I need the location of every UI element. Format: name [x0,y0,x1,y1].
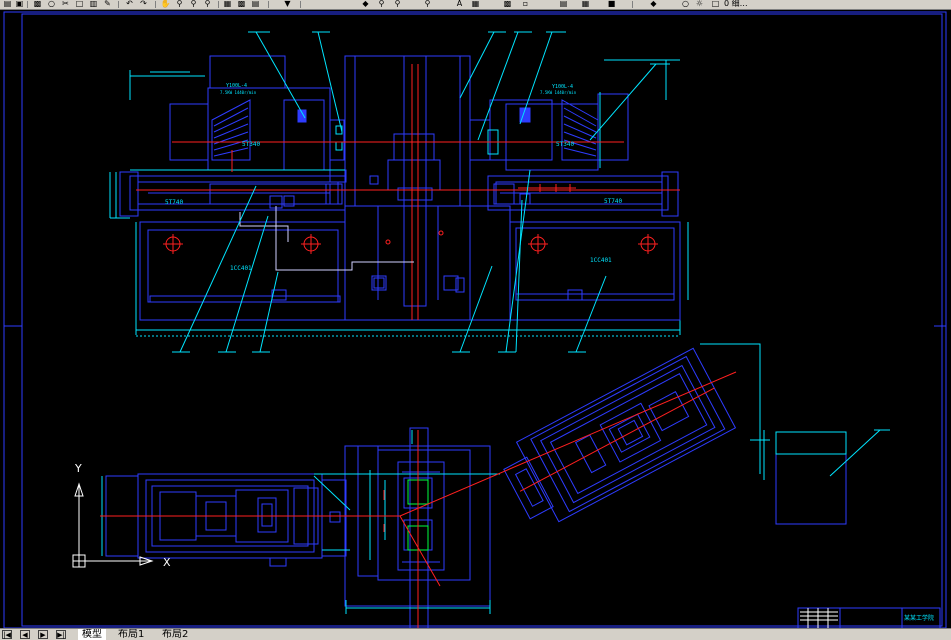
print-icon[interactable]: ▩ [32,0,43,8]
zoom-out-icon[interactable]: ⚲ [392,0,403,8]
left-slide-label: 5T740 [165,199,183,206]
first-tab-button[interactable]: |◀ [2,630,12,639]
next-tab-button[interactable]: ▶ [38,630,48,639]
zoom-in-icon[interactable]: ⚲ [376,0,387,8]
zoom-realtime-icon[interactable]: ⚲ [174,0,185,8]
layer-icon[interactable]: ◆ [360,0,371,8]
open-icon[interactable]: ▤ [2,0,13,8]
layout-tab-bar: |◀ ◀ ▶ ▶| 模型 布局1 布局2 [0,628,951,640]
table-style-icon[interactable]: ▩ [502,0,513,8]
save-icon[interactable]: ▣ [14,0,25,8]
undo-icon[interactable]: ↶ [124,0,135,8]
title-block: 某某工学院 [797,607,941,628]
multileader-icon[interactable]: ▫ [520,0,531,8]
left-motor-sub: 7.5KW 1440r/min [220,90,257,95]
prev-tab-button[interactable]: ◀ [20,630,30,639]
calculator-icon[interactable]: ▼ [282,0,293,8]
cut-icon[interactable]: ✂ [60,0,71,8]
copy-icon[interactable]: □ [74,0,85,8]
left-motor-label: Y100L-4 [226,83,247,89]
standard-toolbar: ▤ ▣ ▩ ○ ✂ □ ▥ ✎ ↶ ↷ ✋ ⚲ ⚲ ⚲ ▦ ▩ ▤ ▼ ◆ ⚲ … [0,0,951,10]
layer-freeze-icon[interactable]: ☼ [694,0,705,8]
right-slide-label: 5T740 [604,198,622,205]
layer-on-icon[interactable]: ○ [680,0,691,8]
drawing-canvas[interactable]: 1CC401 1CC401 5T340 5T340 5T740 5T740 Y1… [0,10,951,628]
layer-properties-icon[interactable]: ◆ [648,0,659,8]
text-style-icon[interactable]: A [454,0,465,8]
right-unit-label: 1CC401 [590,257,612,264]
layer-lock-icon[interactable]: □ [710,0,721,8]
pan-icon[interactable]: ✋ [160,0,171,8]
last-tab-button[interactable]: ▶| [56,630,66,639]
plot-style-icon[interactable]: ▤ [558,0,569,8]
tab-layout1[interactable]: 布局1 [114,629,148,640]
zoom-previous-icon[interactable]: ⚲ [202,0,213,8]
leader-lines [172,31,670,353]
preview-icon[interactable]: ○ [46,0,57,8]
paste-icon[interactable]: ▥ [88,0,99,8]
right-motor-sub: 7.5KW 1440r/min [540,90,577,95]
ucs-y-label: Y [74,462,82,475]
zoom-extents-icon[interactable]: ⚲ [422,0,433,8]
redo-icon[interactable]: ↷ [138,0,149,8]
cad-drawing[interactable]: 1CC401 1CC401 5T340 5T340 5T740 5T740 Y1… [0,10,951,628]
match-properties-icon[interactable]: ✎ [102,0,113,8]
left-head-label: 5T340 [242,141,260,148]
dim-style-icon[interactable]: ▦ [470,0,481,8]
title-block-text: 某某工学院 [904,614,934,622]
ucs-x-label: X [163,556,171,569]
plan-view [100,343,890,628]
help-icon[interactable]: ■ [606,0,617,8]
elevation-view: 1CC401 1CC401 5T340 5T340 5T740 5T740 Y1… [109,55,689,337]
tool-palettes-icon[interactable]: ▤ [250,0,261,8]
layer-name-dropdown[interactable]: 0 细… [724,0,748,8]
designcenter-icon[interactable]: ▩ [236,0,247,8]
properties-icon[interactable]: ▦ [222,0,233,8]
tab-layout2[interactable]: 布局2 [158,629,192,640]
zoom-window-icon[interactable]: ⚲ [188,0,199,8]
right-head-label: 5T340 [556,141,574,148]
grid-icon[interactable]: ▦ [580,0,591,8]
tab-model[interactable]: 模型 [78,629,106,640]
left-unit-label: 1CC401 [230,265,252,272]
